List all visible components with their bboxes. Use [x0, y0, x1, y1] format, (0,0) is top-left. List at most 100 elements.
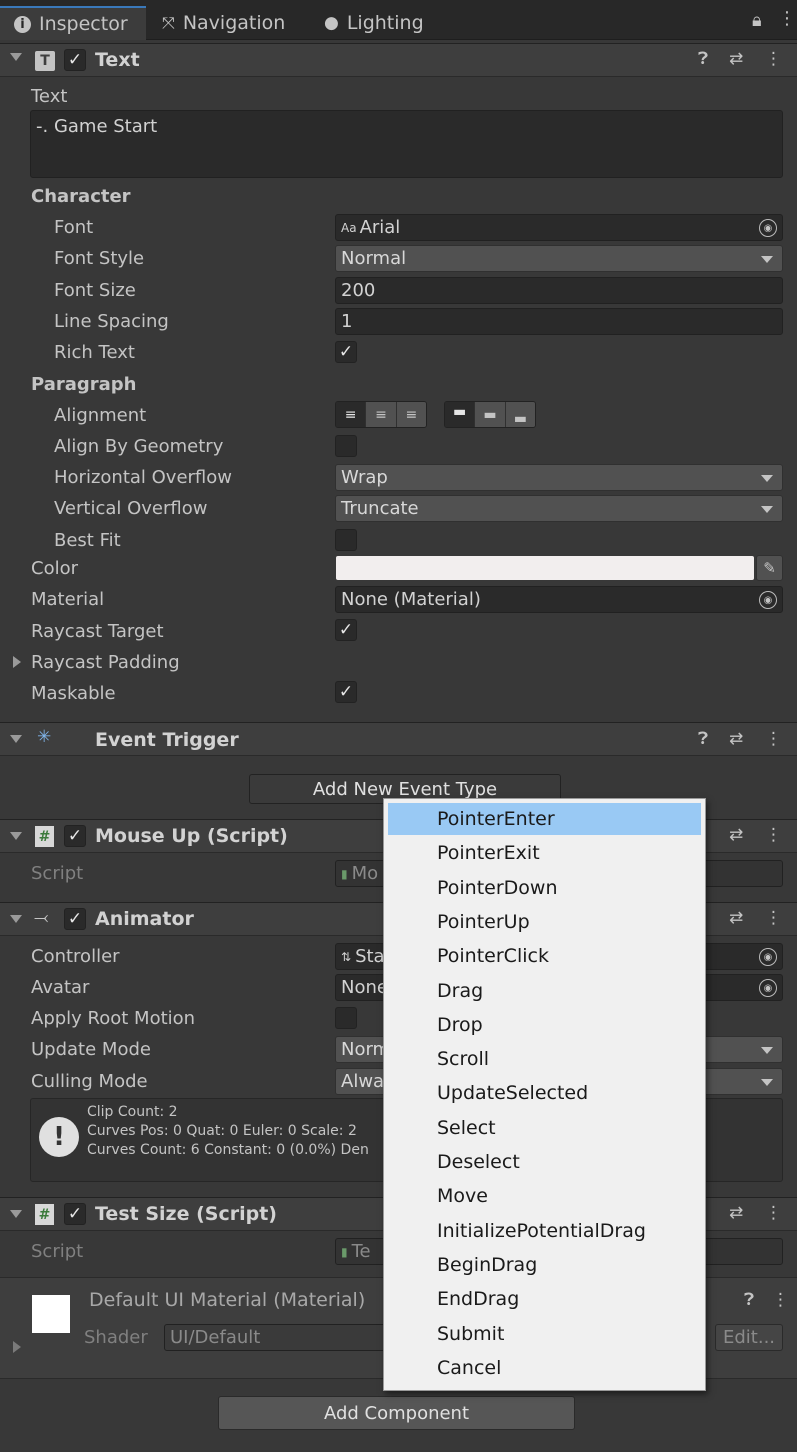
- color-swatch[interactable]: [336, 556, 754, 580]
- vertical-overflow-value: Truncate: [341, 498, 419, 519]
- mouse-up-enabled-checkbox[interactable]: ✓: [64, 825, 86, 847]
- foldout-arrow-icon[interactable]: [13, 1341, 21, 1353]
- script-icon: #: [35, 1204, 54, 1225]
- menu-item-pointerdown[interactable]: PointerDown: [388, 872, 701, 904]
- presets-icon[interactable]: ⇄: [729, 825, 743, 845]
- tab-inspector[interactable]: i Inspector: [0, 6, 146, 40]
- more-vertical-icon[interactable]: ⋮: [765, 908, 782, 928]
- apply-root-motion-label: Apply Root Motion: [31, 1008, 196, 1029]
- font-size-field[interactable]: 200: [335, 277, 783, 304]
- menu-item-pointerenter[interactable]: PointerEnter: [388, 803, 701, 835]
- script-asset-icon: ▮: [341, 1244, 348, 1259]
- font-field[interactable]: Aa Arial: [335, 214, 783, 241]
- raycast-target-label: Raycast Target: [31, 621, 164, 642]
- more-vertical-icon[interactable]: ⋮: [765, 825, 782, 845]
- more-vertical-icon[interactable]: ⋮: [778, 8, 796, 29]
- best-fit-checkbox[interactable]: [335, 529, 357, 551]
- help-icon[interactable]: ❓︎: [744, 1290, 754, 1310]
- presets-icon[interactable]: ⇄: [729, 729, 743, 749]
- align-middle-icon[interactable]: ▬: [474, 402, 505, 427]
- more-vertical-icon[interactable]: ⋮: [765, 49, 782, 69]
- chevron-down-icon: [761, 1047, 773, 1054]
- test-size-title: Test Size (Script): [95, 1203, 277, 1225]
- text-area[interactable]: -. Game Start: [30, 110, 783, 178]
- tab-lighting[interactable]: ● Lighting: [310, 6, 440, 40]
- presets-icon[interactable]: ⇄: [729, 49, 743, 69]
- foldout-arrow-icon[interactable]: [10, 1210, 22, 1218]
- foldout-arrow-icon[interactable]: [10, 832, 22, 840]
- animator-enabled-checkbox[interactable]: ✓: [64, 908, 86, 930]
- menu-item-submit[interactable]: Submit: [388, 1318, 701, 1350]
- menu-item-move[interactable]: Move: [388, 1180, 701, 1212]
- cursor-click-icon: ✳: [37, 727, 52, 747]
- foldout-arrow-icon[interactable]: [13, 656, 21, 668]
- menu-item-drop[interactable]: Drop: [388, 1009, 701, 1041]
- material-preview-thumbnail: [32, 1295, 70, 1333]
- chevron-down-icon: [761, 506, 773, 513]
- menu-item-deselect[interactable]: Deselect: [388, 1146, 701, 1178]
- presets-icon[interactable]: ⇄: [729, 1203, 743, 1223]
- help-icon[interactable]: ❓︎: [698, 49, 708, 69]
- font-style-value: Normal: [341, 248, 407, 269]
- update-mode-label: Update Mode: [31, 1039, 151, 1060]
- align-center-icon[interactable]: ≡: [365, 402, 396, 427]
- foldout-arrow-icon[interactable]: [10, 53, 22, 61]
- presets-icon[interactable]: ⇄: [729, 908, 743, 928]
- menu-item-scroll[interactable]: Scroll: [388, 1043, 701, 1075]
- culling-mode-label: Culling Mode: [31, 1071, 148, 1092]
- help-icon[interactable]: ❓︎: [698, 729, 708, 749]
- tab-label: Lighting: [346, 12, 424, 34]
- menu-item-pointerup[interactable]: PointerUp: [388, 906, 701, 938]
- font-style-label: Font Style: [54, 248, 145, 269]
- align-by-geometry-checkbox[interactable]: [335, 435, 357, 457]
- more-vertical-icon[interactable]: ⋮: [765, 729, 782, 749]
- align-top-icon[interactable]: ▬: [445, 402, 475, 427]
- raycast-target-checkbox[interactable]: ✓: [335, 619, 357, 641]
- horizontal-overflow-dropdown[interactable]: Wrap: [335, 464, 783, 491]
- menu-item-drag[interactable]: Drag: [388, 975, 701, 1007]
- text-component-header[interactable]: T ✓ Text ❓︎ ⇄ ⋮: [0, 43, 797, 77]
- menu-item-select[interactable]: Select: [388, 1112, 701, 1144]
- shader-edit-button[interactable]: Edit...: [715, 1324, 783, 1351]
- lock-icon[interactable]: 🔒︎: [752, 10, 762, 31]
- event-trigger-header[interactable]: ✳ Event Trigger ❓︎ ⇄ ⋮: [0, 722, 797, 756]
- object-picker-icon[interactable]: ◉: [759, 979, 777, 997]
- test-size-enabled-checkbox[interactable]: ✓: [64, 1203, 86, 1225]
- vertical-overflow-dropdown[interactable]: Truncate: [335, 495, 783, 522]
- add-component-button[interactable]: Add Component: [218, 1396, 575, 1430]
- menu-item-cancel[interactable]: Cancel: [388, 1352, 701, 1384]
- animator-icon: ⤙: [34, 907, 49, 928]
- object-picker-icon[interactable]: ◉: [759, 591, 777, 609]
- object-picker-icon[interactable]: ◉: [759, 948, 777, 966]
- eyedropper-icon[interactable]: ✎: [756, 555, 783, 581]
- more-vertical-icon[interactable]: ⋮: [772, 1290, 789, 1310]
- menu-item-enddrag[interactable]: EndDrag: [388, 1283, 701, 1315]
- menu-item-initializepotentialdrag[interactable]: InitializePotentialDrag: [388, 1215, 701, 1247]
- align-left-icon[interactable]: ≡: [336, 402, 366, 427]
- rich-text-checkbox[interactable]: ✓: [335, 341, 357, 363]
- foldout-arrow-icon[interactable]: [10, 735, 22, 743]
- object-picker-icon[interactable]: ◉: [759, 219, 777, 237]
- foldout-arrow-icon[interactable]: [10, 915, 22, 923]
- maskable-checkbox[interactable]: ✓: [335, 681, 357, 703]
- material-field[interactable]: None (Material): [335, 586, 783, 613]
- chevron-down-icon: [761, 1079, 773, 1086]
- menu-item-pointerclick[interactable]: PointerClick: [388, 940, 701, 972]
- line-spacing-field[interactable]: 1: [335, 308, 783, 335]
- text-enabled-checkbox[interactable]: ✓: [64, 49, 86, 71]
- shader-dropdown[interactable]: UI/Default: [164, 1324, 404, 1351]
- rich-text-label: Rich Text: [54, 342, 135, 363]
- tab-navigation[interactable]: ⤧ Navigation: [148, 6, 298, 40]
- menu-item-updateselected[interactable]: UpdateSelected: [388, 1077, 701, 1109]
- material-title: Default UI Material (Material): [89, 1289, 366, 1311]
- animator-controller-icon: ⇅: [341, 949, 352, 964]
- horizontal-overflow-value: Wrap: [341, 467, 388, 488]
- event-trigger-title: Event Trigger: [95, 729, 239, 751]
- more-vertical-icon[interactable]: ⋮: [765, 1203, 782, 1223]
- menu-item-pointerexit[interactable]: PointerExit: [388, 837, 701, 869]
- menu-item-begindrag[interactable]: BeginDrag: [388, 1249, 701, 1281]
- align-right-icon[interactable]: ≡: [395, 402, 426, 427]
- apply-root-motion-checkbox[interactable]: [335, 1007, 357, 1029]
- font-style-dropdown[interactable]: Normal: [335, 245, 783, 272]
- align-bottom-icon[interactable]: ▬: [504, 402, 535, 427]
